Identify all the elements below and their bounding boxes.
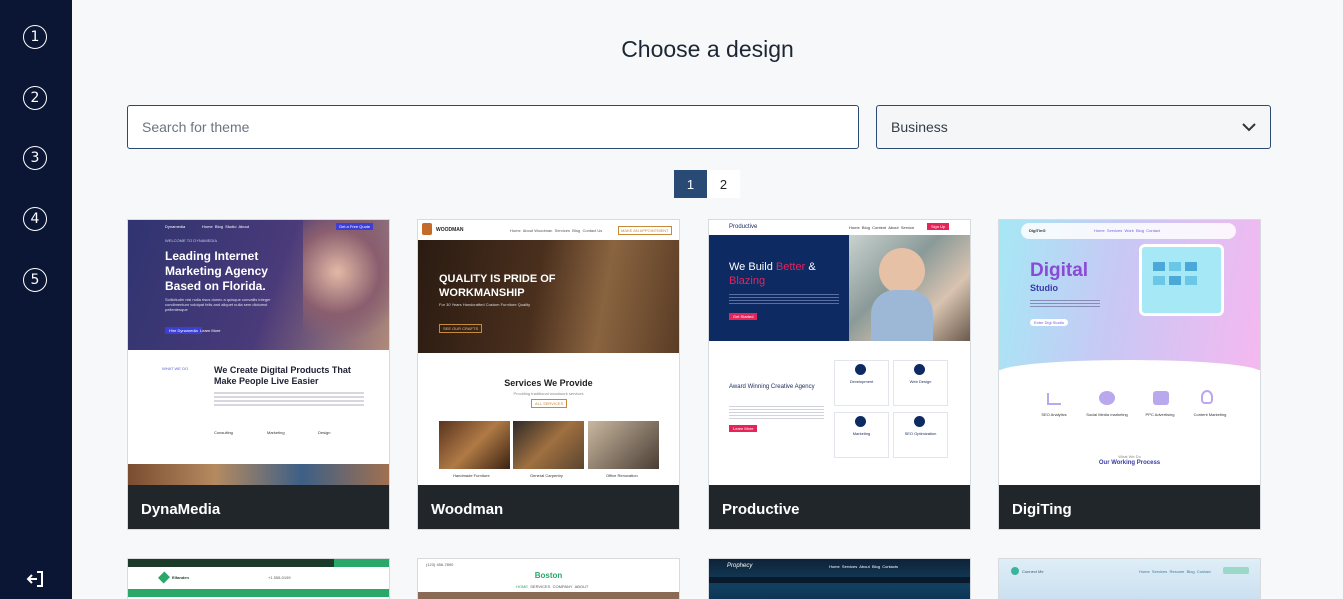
preview-nav: Home Blog Studio About	[202, 224, 249, 229]
preview-headline: Leading Internet Marketing Agency Based …	[165, 249, 268, 293]
preview-button: Enter Digi Studio	[1030, 319, 1069, 326]
chevron-down-icon	[1242, 123, 1256, 132]
preview-feature-2: Web Design	[909, 379, 932, 384]
preview-button: SEE OUR CRAFTS	[439, 324, 483, 333]
preview-nav: Home Services Work Blog Contact	[1094, 228, 1161, 233]
step-4-button[interactable]: 4	[23, 207, 47, 231]
theme-name: Woodman	[418, 485, 679, 529]
preview-nav: Home Services Resume Blog Contact	[1139, 569, 1211, 574]
preview-feature-1: Development	[849, 379, 874, 384]
preview-feature-3: Marketing	[852, 431, 871, 436]
theme-name: DigiTing	[999, 485, 1260, 529]
wizard-sidebar: 1 2 3 4 5	[0, 0, 72, 599]
step-1-button[interactable]: 1	[23, 25, 47, 49]
preview-section-title: We Create Digital Products That Make Peo…	[214, 365, 351, 386]
preview-button: Hire Dynamedia	[165, 327, 202, 334]
preview-feature-4: SEO Optimization	[904, 431, 937, 436]
preview-button: Get Started	[729, 313, 758, 320]
theme-card-row2-2[interactable]: (123) 456-7890 Boston HOME SERVICES COMP…	[417, 558, 680, 599]
preview-service-2: General Carpentry	[530, 473, 563, 478]
preview-service-3: Office Renovation	[606, 473, 638, 478]
preview-nav: Home Blog Content About Service	[849, 225, 915, 230]
preview-service-1: Handmade Furniture	[453, 473, 490, 478]
preview-brand: Dynamedia	[165, 224, 186, 229]
preview-link: Learn More	[200, 328, 221, 333]
preview-section-title: Services We Provide	[504, 378, 593, 388]
step-3-button[interactable]: 3	[23, 146, 47, 170]
preview-brand: Elfanden	[172, 575, 189, 580]
page-title: Choose a design	[621, 36, 794, 62]
preview-headline: We Build Better & Blazing	[729, 261, 816, 287]
preview-work-label: What We Do	[1118, 454, 1141, 459]
theme-preview-woodman: WOODMAN Home About Woodman Services Blog…	[418, 220, 679, 485]
preview-subheadline: Studio	[1030, 283, 1058, 293]
preview-section-body: Providing traditional woodwork services	[513, 391, 584, 396]
pagination: 1 2	[674, 170, 740, 198]
preview-cta: Sign Up	[927, 223, 950, 230]
category-select-value: Business	[891, 119, 948, 135]
theme-card-row2-4[interactable]: Connect Me Home Services Resume Blog Con…	[998, 558, 1261, 599]
preview-nav: Home Services About Blog Contacts	[829, 564, 898, 569]
preview-body: Sollicitudin nisi nulla risus donec a qu…	[165, 297, 271, 312]
preview-service-1: Consulting	[214, 430, 233, 435]
theme-preview-digiting: DigiTinG Home Services Work Blog Contact…	[999, 220, 1260, 485]
preview-what-we-do: WHAT WE DO	[162, 366, 189, 371]
logout-icon[interactable]	[26, 570, 44, 588]
preview-nav: Home About Woodman Services Blog Contact…	[510, 228, 603, 233]
preview-section-title: Award Winning Creative Agency	[729, 384, 815, 390]
theme-search-input[interactable]	[127, 105, 859, 149]
theme-card-row2-1[interactable]: Elfanden +1 555-0199	[127, 558, 390, 599]
preview-feature-2: Social Media marketing	[1086, 412, 1128, 417]
preview-brand: Prophecy	[727, 563, 753, 569]
preview-headline: Digital	[1030, 260, 1089, 281]
preview-body: For 30 Years Handcrafted Custom Furnitur…	[439, 302, 531, 307]
page-1-button[interactable]: 1	[674, 170, 707, 198]
theme-card-productive[interactable]: Productive Home Blog Content About Servi…	[708, 219, 971, 530]
preview-phone: +1 555-0199	[268, 575, 291, 580]
preview-headline: QUALITY IS PRIDE OF WORKMANSHIP	[439, 273, 556, 299]
preview-brand: DigiTinG	[1029, 228, 1046, 233]
theme-card-row2-3[interactable]: Prophecy Home Services About Blog Contac…	[708, 558, 971, 599]
theme-card-dynamedia[interactable]: Dynamedia Home Blog Studio About Get a F…	[127, 219, 390, 530]
step-2-button[interactable]: 2	[23, 86, 47, 110]
theme-name: DynaMedia	[128, 485, 389, 529]
theme-name: Productive	[709, 485, 970, 529]
preview-feature-4: Content Marketing	[1193, 412, 1227, 417]
category-select[interactable]: Business	[876, 105, 1271, 149]
preview-nav: HOME SERVICES COMPANY ABOUT	[516, 584, 589, 589]
theme-preview-dynamedia: Dynamedia Home Blog Studio About Get a F…	[128, 220, 389, 485]
preview-feature-3: PPC Advertising	[1145, 412, 1175, 417]
preview-phone: (123) 456-7890	[426, 562, 454, 567]
preview-brand: Connect Me	[1022, 569, 1044, 574]
preview-section-title: Our Working Process	[1098, 460, 1161, 466]
preview-section-button: Learn More	[729, 425, 758, 432]
theme-preview-productive: Productive Home Blog Content About Servi…	[709, 220, 970, 485]
preview-brand: WOODMAN	[436, 227, 464, 233]
preview-section-button: ALL SERVICES	[531, 399, 568, 408]
preview-brand: Productive	[729, 224, 758, 230]
page-2-button[interactable]: 2	[707, 170, 740, 198]
preview-brand: Boston	[534, 571, 563, 580]
preview-cta: Get a Free Quote	[336, 223, 374, 230]
preview-welcome: WELCOME TO DYNAMEDIA	[165, 238, 218, 243]
step-5-button[interactable]: 5	[23, 268, 47, 292]
theme-card-digiting[interactable]: DigiTinG Home Services Work Blog Contact…	[998, 219, 1261, 530]
preview-cta: MAKE AN APPOINTMENT	[618, 226, 672, 235]
preview-feature-1: SEO Analytics	[1041, 412, 1067, 417]
design-chooser: Choose a design Business 1 2 Dynamedia H…	[72, 0, 1343, 599]
theme-card-woodman[interactable]: WOODMAN Home About Woodman Services Blog…	[417, 219, 680, 530]
preview-service-3: Design	[318, 430, 331, 435]
preview-service-2: Marketing	[267, 430, 285, 435]
